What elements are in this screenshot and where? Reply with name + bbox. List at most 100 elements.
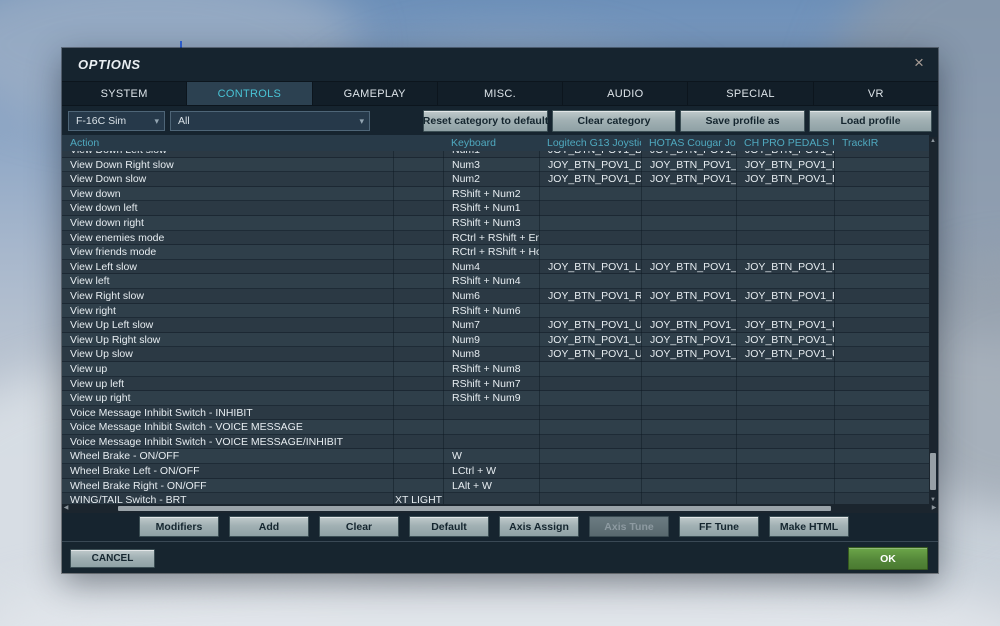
binding-cell[interactable]: [539, 245, 641, 260]
binding-cell[interactable]: JOY_BTN_POV1_DR: [539, 157, 641, 173]
binding-cell[interactable]: [393, 245, 443, 260]
tab-controls[interactable]: CONTROLS: [187, 82, 313, 105]
binding-cell[interactable]: [443, 493, 539, 504]
binding-cell[interactable]: [641, 449, 736, 465]
cancel-button[interactable]: CANCEL: [70, 549, 155, 568]
vertical-scrollbar[interactable]: ▲ ▼: [929, 137, 937, 504]
table-row[interactable]: Voice Message Inhibit Switch - VOICE MES…: [62, 420, 929, 435]
vertical-scrollbar-thumb[interactable]: [930, 453, 936, 490]
horizontal-scrollbar[interactable]: ◀ ▶: [62, 504, 938, 513]
binding-cell[interactable]: Num7: [443, 318, 539, 333]
binding-cell[interactable]: RShift + Num4: [443, 274, 539, 289]
binding-cell[interactable]: [393, 288, 443, 304]
binding-cell[interactable]: [834, 434, 923, 450]
action-cell[interactable]: View up left: [62, 377, 393, 392]
binding-cell[interactable]: XT LIGHTIN: [393, 493, 443, 504]
binding-cell[interactable]: [539, 391, 641, 406]
binding-cell[interactable]: [736, 464, 834, 479]
action-cell[interactable]: View Up Left slow: [62, 318, 393, 333]
table-row[interactable]: View Up slow Num8 JOY_BTN_POV1_U JOY_BTN_PO…: [62, 347, 929, 362]
binding-cell[interactable]: [834, 318, 923, 333]
binding-cell[interactable]: [736, 493, 834, 504]
close-icon[interactable]: ×: [910, 53, 928, 73]
binding-cell[interactable]: JOY_BTN_POV1_DL: [736, 151, 834, 158]
binding-cell[interactable]: [736, 230, 834, 246]
binding-cell[interactable]: [736, 449, 834, 465]
binding-cell[interactable]: [641, 215, 736, 231]
aircraft-select[interactable]: F-16C Sim ▾: [68, 110, 165, 131]
binding-cell[interactable]: [736, 215, 834, 231]
binding-cell[interactable]: [834, 332, 923, 348]
binding-cell[interactable]: RShift + Num7: [443, 376, 539, 392]
axis-assign-button[interactable]: Axis Assign: [499, 516, 579, 537]
binding-cell[interactable]: [443, 405, 539, 421]
action-cell[interactable]: View Up slow: [62, 347, 393, 362]
action-cell[interactable]: View up right: [62, 391, 393, 406]
action-cell[interactable]: Wheel Brake - ON/OFF: [62, 449, 393, 464]
binding-cell[interactable]: [834, 347, 923, 362]
binding-cell[interactable]: [834, 391, 923, 406]
binding-cell[interactable]: [393, 259, 443, 275]
binding-cell[interactable]: [539, 230, 641, 246]
binding-cell[interactable]: [393, 172, 443, 187]
binding-cell[interactable]: JOY_BTN_POV1_U: [641, 347, 736, 362]
binding-cell[interactable]: Num6: [443, 288, 539, 304]
binding-cell[interactable]: [834, 230, 923, 246]
action-cell[interactable]: Wheel Brake Left - ON/OFF: [62, 464, 393, 479]
binding-cell[interactable]: [539, 201, 641, 216]
binding-cell[interactable]: [539, 186, 641, 202]
binding-cell[interactable]: [736, 434, 834, 450]
binding-cell[interactable]: [393, 464, 443, 479]
binding-cell[interactable]: [834, 186, 923, 202]
binding-cell[interactable]: [539, 449, 641, 465]
table-row[interactable]: View friends mode RCtrl + RShift + Home: [62, 245, 929, 260]
table-row[interactable]: View up right RShift + Num9: [62, 391, 929, 406]
action-cell[interactable]: View Down Left slow: [62, 151, 393, 158]
binding-cell[interactable]: [641, 186, 736, 202]
binding-cell[interactable]: [393, 332, 443, 348]
binding-cell[interactable]: [736, 303, 834, 319]
table-row[interactable]: View Up Left slow Num7 JOY_BTN_POV1_UL JOY_…: [62, 318, 929, 333]
ok-button[interactable]: OK: [848, 547, 928, 570]
binding-cell[interactable]: LAlt + W: [443, 478, 539, 494]
binding-cell[interactable]: [393, 420, 443, 435]
binding-cell[interactable]: [834, 478, 923, 494]
binding-cell[interactable]: [393, 274, 443, 289]
binding-cell[interactable]: JOY_BTN_POV1_L: [539, 259, 641, 275]
binding-cell[interactable]: [641, 493, 736, 504]
action-cell[interactable]: View Down slow: [62, 172, 393, 187]
reset-category-to-default-button[interactable]: Reset category to default: [423, 109, 548, 132]
binding-cell[interactable]: [641, 274, 736, 289]
binding-cell[interactable]: JOY_BTN_POV1_UR: [641, 332, 736, 348]
binding-cell[interactable]: [834, 245, 923, 260]
binding-cell[interactable]: [641, 405, 736, 421]
binding-cell[interactable]: RShift + Num9: [443, 391, 539, 406]
binding-cell[interactable]: [641, 230, 736, 246]
tab-vr[interactable]: VR: [814, 82, 938, 105]
make-html-button[interactable]: Make HTML: [769, 516, 849, 537]
binding-cell[interactable]: [393, 318, 443, 333]
binding-cell[interactable]: [539, 420, 641, 435]
binding-cell[interactable]: [834, 420, 923, 435]
binding-cell[interactable]: [393, 347, 443, 362]
load-profile-button[interactable]: Load profile: [809, 109, 932, 132]
horizontal-scrollbar-thumb[interactable]: [118, 506, 831, 511]
tab-misc[interactable]: MISC.: [438, 82, 564, 105]
table-row[interactable]: View down right RShift + Num3: [62, 215, 929, 231]
binding-cell[interactable]: Num9: [443, 332, 539, 348]
binding-cell[interactable]: JOY_BTN_POV1_R: [641, 288, 736, 304]
binding-cell[interactable]: [393, 186, 443, 202]
add-button[interactable]: Add: [229, 516, 309, 537]
binding-cell[interactable]: [641, 361, 736, 377]
table-row[interactable]: View Left slow Num4 JOY_BTN_POV1_L JOY_BTN_…: [62, 259, 929, 275]
binding-cell[interactable]: [641, 464, 736, 479]
binding-cell[interactable]: [539, 215, 641, 231]
binding-cell[interactable]: JOY_BTN_POV1_DR: [736, 157, 834, 173]
binding-cell[interactable]: [539, 434, 641, 450]
binding-cell[interactable]: [393, 434, 443, 450]
binding-cell[interactable]: JOY_BTN_POV1_DR: [641, 157, 736, 173]
binding-cell[interactable]: [393, 405, 443, 421]
save-profile-as-button[interactable]: Save profile as: [680, 109, 805, 132]
table-row[interactable]: Wheel Brake - ON/OFF W: [62, 449, 929, 465]
binding-cell[interactable]: [641, 420, 736, 435]
